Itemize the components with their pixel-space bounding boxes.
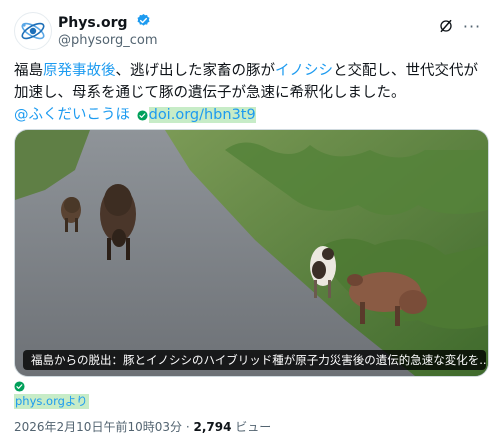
hashtag-link[interactable]: 原発事故後 [43, 63, 116, 79]
source-link[interactable]: phys.orgより [14, 394, 89, 409]
avatar[interactable] [14, 12, 52, 50]
check-icon [14, 381, 25, 392]
phys-org-logo-icon [21, 22, 45, 40]
url-link[interactable]: doi.org/hbn3t9 [148, 107, 256, 123]
display-name[interactable]: Phys.org [58, 14, 128, 32]
media-caption: 福島からの脱出：豚とイノシシのハイブリッド種が原子力災害後の遺伝的急速な変化を.… [23, 350, 486, 370]
verified-badge-icon [136, 13, 151, 32]
grok-icon[interactable] [436, 16, 456, 36]
mention-link[interactable]: @ふくだいこうほ [14, 107, 130, 123]
check-icon [137, 109, 148, 121]
tweet-text-part: 福島 [14, 63, 43, 79]
media-image[interactable]: 福島からの脱出：豚とイノシシのハイブリッド種が原子力災害後の遺伝的急速な変化を.… [14, 129, 489, 377]
timestamp[interactable]: 2026年2月10日午前10時03分 [14, 420, 182, 434]
boars-photo [15, 130, 488, 376]
tweet-meta: 2026年2月10日午前10時03分 · 2,794 ビュー [14, 419, 271, 435]
hashtag-link[interactable]: イノシシ [275, 63, 333, 79]
tweet-header: Phys.org @physorg_com ··· [14, 10, 486, 50]
tweet-text-part: 、逃げ出した家畜の豚が [115, 63, 276, 79]
views-label: ビュー [235, 420, 272, 434]
tweet-text: 福島原発事故後、逃げ出した家畜の豚がイノシシと交配し、世代交代が加速し、母系を通… [14, 60, 488, 126]
meta-separator: · [185, 420, 190, 434]
views-count: 2,794 [193, 420, 232, 434]
handle[interactable]: @physorg_com [58, 32, 158, 50]
more-icon[interactable]: ··· [462, 16, 482, 36]
